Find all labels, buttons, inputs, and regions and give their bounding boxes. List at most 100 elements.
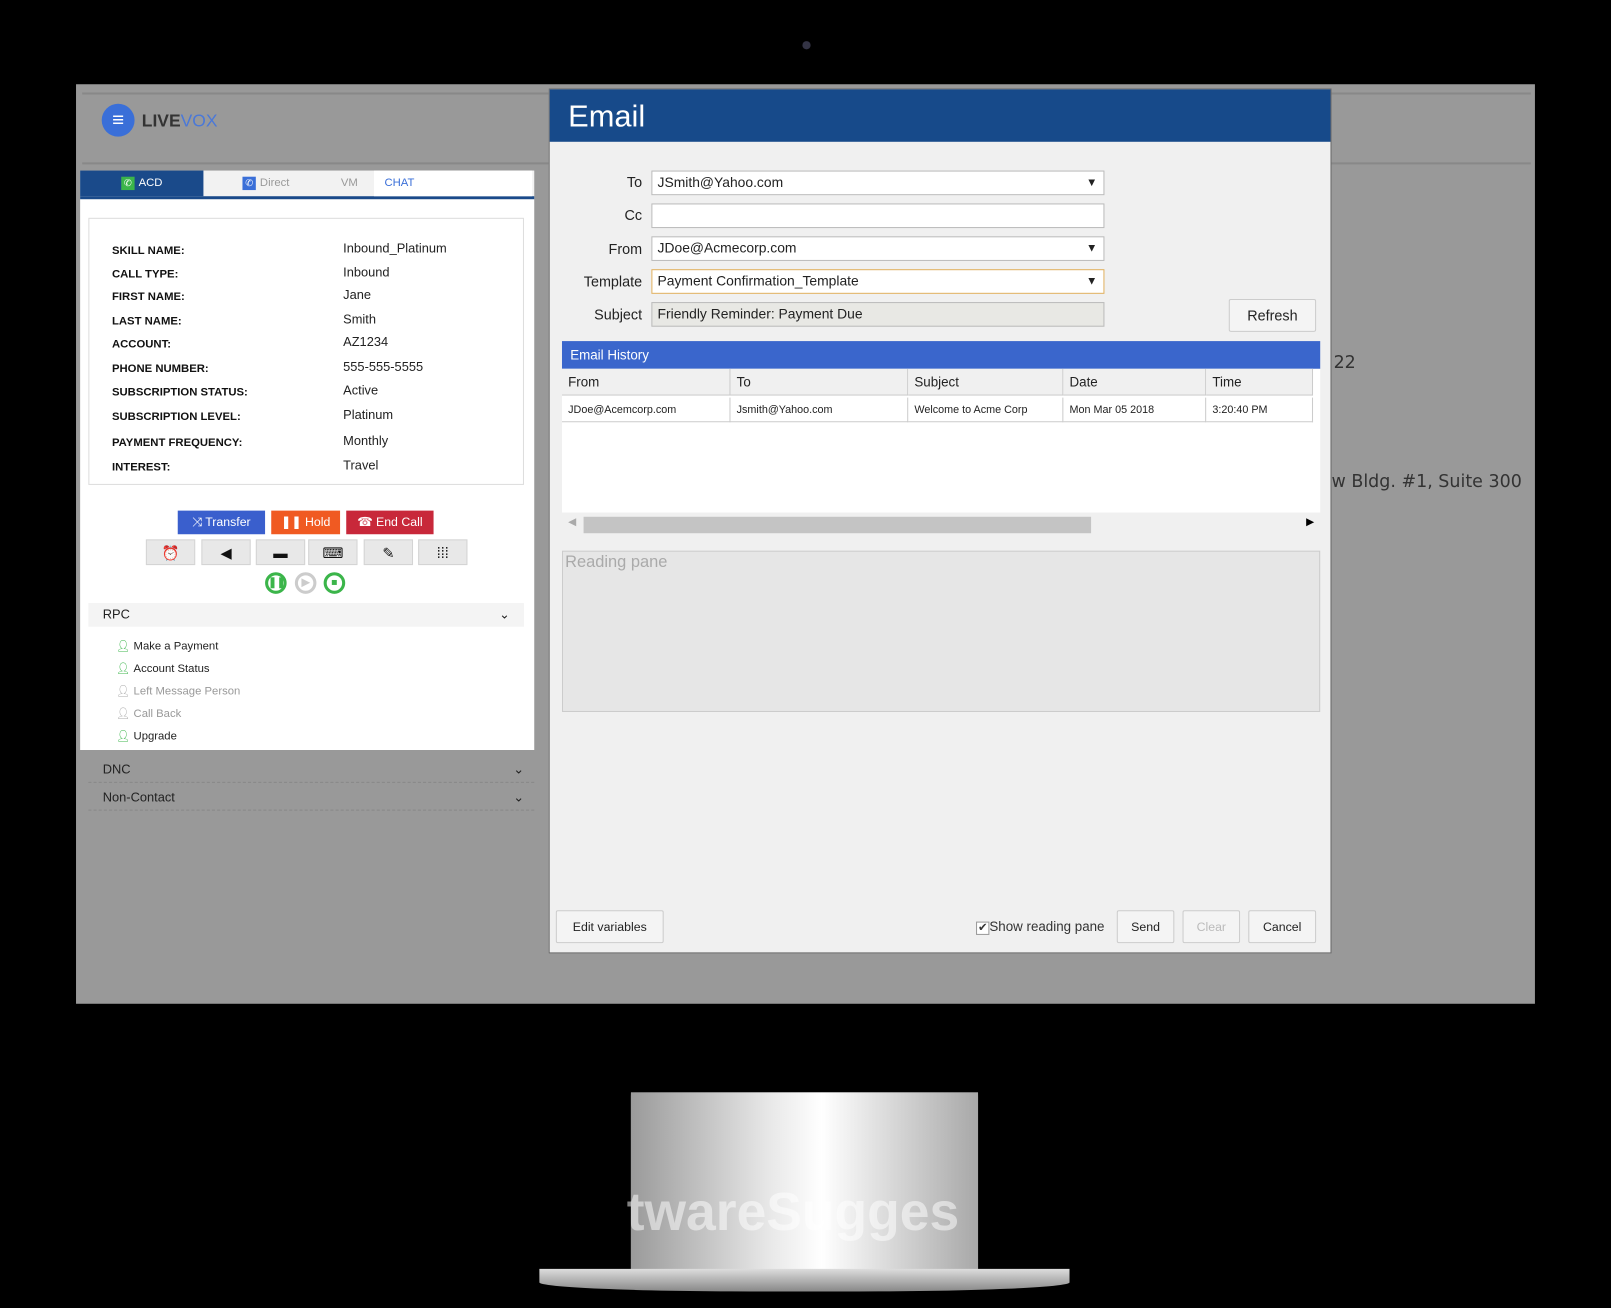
field-value: Platinum xyxy=(343,408,393,422)
reading-pane: Reading pane xyxy=(562,551,1320,712)
tab-bar: ✆ACD ✆Direct VM CHAT xyxy=(80,171,534,200)
field-value: Travel xyxy=(343,458,378,472)
from-label: From xyxy=(609,240,643,256)
rpc-item[interactable]: 👤︎Call Back xyxy=(116,707,181,720)
logo-accent: VOX xyxy=(181,111,218,131)
to-label: To xyxy=(627,174,642,190)
tab-label: CHAT xyxy=(384,177,414,189)
rpc-accordion[interactable]: RPC ⌄ xyxy=(88,603,524,627)
template-value: Payment Confirmation_Template xyxy=(658,273,859,288)
tab-acd[interactable]: ✆ACD xyxy=(80,171,203,197)
table-cell[interactable]: 3:20:40 PM xyxy=(1206,398,1313,423)
dialpad-icon: ⁞⁞⁞ xyxy=(437,545,449,561)
scrollbar-thumb[interactable] xyxy=(584,517,1092,533)
keyboard-button[interactable]: ⌨ xyxy=(308,539,357,565)
cc-input[interactable] xyxy=(651,203,1104,228)
column-header[interactable]: Date xyxy=(1063,369,1206,396)
end-call-button[interactable]: ☎ End Call xyxy=(346,511,433,535)
table-cell[interactable]: Mon Mar 05 2018 xyxy=(1063,398,1206,423)
edit-variables-button[interactable]: Edit variables xyxy=(556,910,664,943)
non-contact-accordion[interactable]: Non-Contact ⌄ xyxy=(88,784,534,811)
stop-recording-button[interactable]: ■ xyxy=(324,572,346,594)
email-dialog: Email To JSmith@Yahoo.com▼ Cc From JDoe@… xyxy=(549,88,1332,953)
tab-direct[interactable]: ✆Direct xyxy=(232,171,300,197)
call-info-box: SKILL NAME: Inbound_Platinum CALL TYPE: Inb… xyxy=(88,218,524,485)
play-icon: ▶ xyxy=(302,577,310,588)
tab-label: ACD xyxy=(139,177,163,189)
person-icon: 👤︎ xyxy=(116,685,130,697)
field-label: SUBSCRIPTION LEVEL: xyxy=(112,411,241,423)
phone-icon: ✆ xyxy=(242,176,255,189)
tab-vm[interactable]: VM xyxy=(331,171,369,197)
subject-input[interactable]: Friendly Reminder: Payment Due xyxy=(651,302,1104,327)
chevron-down-icon: ⌄ xyxy=(513,756,524,783)
transfer-button[interactable]: ⤨ Transfer xyxy=(178,511,265,535)
stop-icon: ■ xyxy=(331,577,337,588)
camera-dot xyxy=(802,41,810,49)
from-select[interactable]: JDoe@Acmecorp.com▼ xyxy=(651,236,1104,261)
rpc-item-label: Make a Payment xyxy=(134,640,219,652)
logo-main: LIVE xyxy=(142,111,181,131)
card-button[interactable]: ▬ xyxy=(256,539,305,565)
rpc-title: RPC xyxy=(103,607,130,621)
send-button[interactable]: Send xyxy=(1117,910,1175,943)
subject-value: Friendly Reminder: Payment Due xyxy=(658,306,863,321)
refresh-button[interactable]: Refresh xyxy=(1229,299,1316,332)
template-select[interactable]: Payment Confirmation_Template ▼ xyxy=(651,269,1104,294)
rpc-item[interactable]: 👤︎Account Status xyxy=(116,662,209,675)
to-value: JSmith@Yahoo.com xyxy=(658,175,784,190)
table-cell[interactable]: Welcome to Acme Corp xyxy=(908,398,1063,423)
mute-button[interactable]: ◀ xyxy=(201,539,250,565)
dialog-title: Email xyxy=(550,89,1331,141)
field-label: ACCOUNT: xyxy=(112,338,171,350)
hold-button[interactable]: ❚❚ Hold xyxy=(271,511,340,535)
table-cell[interactable]: Jsmith@Yahoo.com xyxy=(730,398,908,423)
field-value: Monthly xyxy=(343,434,388,448)
field-value: Inbound_Platinum xyxy=(343,241,447,255)
rpc-item[interactable]: 👤︎Make a Payment xyxy=(116,639,218,652)
field-label: SUBSCRIPTION STATUS: xyxy=(112,386,248,398)
person-icon: 👤︎ xyxy=(116,663,130,675)
clear-button[interactable]: Clear xyxy=(1183,910,1241,943)
dropdown-arrow-icon: ▼ xyxy=(1086,172,1097,195)
chevron-down-icon: ⌄ xyxy=(499,603,509,627)
rpc-item[interactable]: 👤︎Upgrade xyxy=(116,729,177,742)
non-contact-label: Non-Contact xyxy=(103,790,175,804)
table-cell[interactable]: JDoe@Acemcorp.com xyxy=(562,398,730,423)
horizontal-scrollbar[interactable]: ◀ ▶ xyxy=(562,513,1320,538)
scroll-left-icon[interactable]: ◀ xyxy=(568,517,576,528)
pause-recording-button[interactable]: ❚❚ xyxy=(265,572,287,594)
dnc-accordion[interactable]: DNC⌄ xyxy=(88,756,534,783)
column-header[interactable]: Subject xyxy=(908,369,1063,396)
transfer-label: Transfer xyxy=(205,515,250,529)
to-select[interactable]: JSmith@Yahoo.com ▼ xyxy=(651,171,1104,196)
show-reading-pane-checkbox[interactable]: ✔Show reading pane xyxy=(976,918,1104,934)
chevron-down-icon: ⌄ xyxy=(513,784,524,811)
field-label: CALL TYPE: xyxy=(112,268,178,280)
column-header[interactable]: To xyxy=(730,369,908,396)
cancel-button[interactable]: Cancel xyxy=(1248,910,1316,943)
column-header[interactable]: Time xyxy=(1206,369,1313,396)
column-header[interactable]: From xyxy=(562,369,730,396)
dialpad-button[interactable]: ⁞⁞⁞ xyxy=(418,539,467,565)
tab-label: VM xyxy=(341,177,358,189)
show-reading-pane-label: Show reading pane xyxy=(989,918,1104,933)
field-value: Inbound xyxy=(343,265,389,279)
shuffle-icon: ⤨ xyxy=(192,515,205,529)
scroll-right-icon[interactable]: ▶ xyxy=(1306,517,1314,528)
dropdown-arrow-icon: ▼ xyxy=(1086,270,1097,293)
play-recording-button[interactable]: ▶ xyxy=(295,572,317,594)
speaker-icon: ◀ xyxy=(220,545,231,561)
field-label: INTEREST: xyxy=(112,461,170,473)
end-call-label: End Call xyxy=(376,515,423,529)
field-value: Smith xyxy=(343,312,376,326)
rpc-item[interactable]: 👤︎Left Message Person xyxy=(116,684,240,697)
template-label: Template xyxy=(584,273,642,289)
tab-chat[interactable]: CHAT xyxy=(374,171,532,197)
field-label: SKILL NAME: xyxy=(112,245,185,257)
subject-label: Subject xyxy=(594,306,642,322)
checkbox-checked-icon[interactable]: ✔ xyxy=(976,922,989,935)
alarm-button[interactable]: ⏰ xyxy=(146,539,195,565)
notes-button[interactable]: ✎ xyxy=(364,539,413,565)
hold-label: Hold xyxy=(305,515,330,529)
